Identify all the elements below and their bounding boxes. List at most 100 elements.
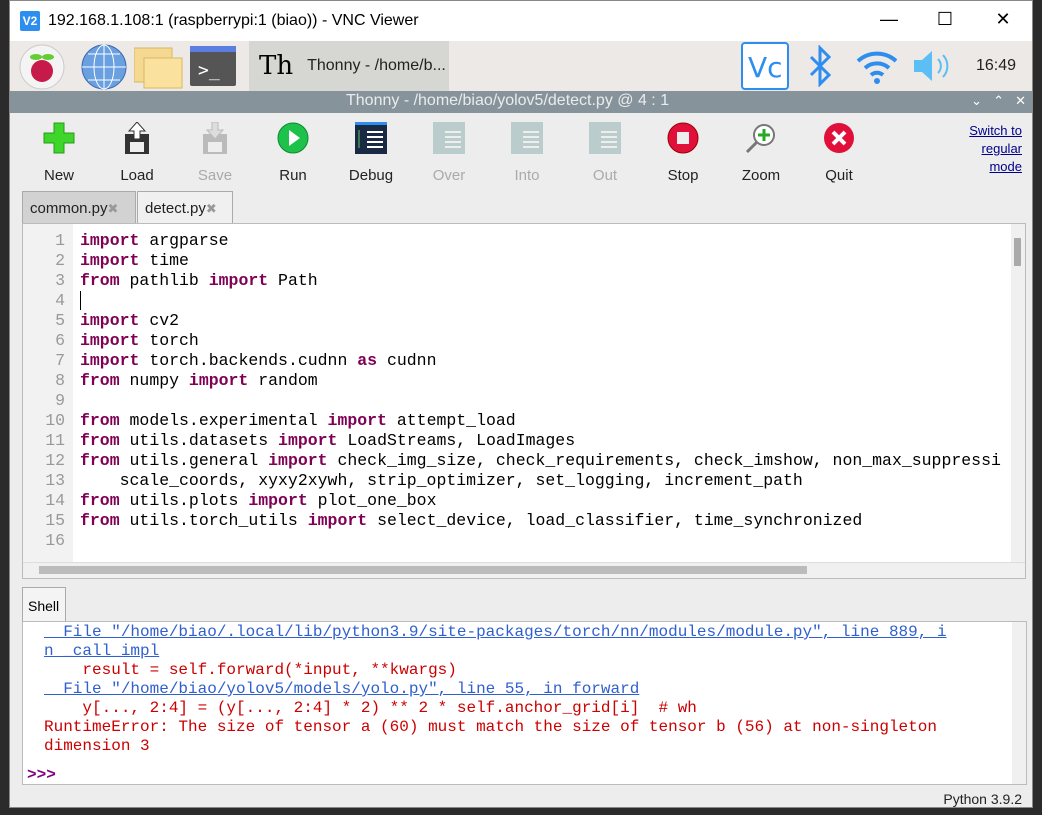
tab-shell[interactable]: Shell — [22, 587, 66, 622]
browser-icon[interactable] — [80, 44, 128, 95]
load-button[interactable]: Load — [102, 121, 172, 184]
editor-horizontal-scrollbar[interactable] — [23, 562, 1025, 578]
shell-output-line: result = self.forward(*input, **kwargs) — [44, 661, 457, 679]
line-number: 8 — [55, 371, 65, 390]
tab-detect-py[interactable]: detect.py✖ — [137, 191, 233, 224]
close-tab-icon[interactable]: ✖ — [108, 201, 119, 216]
line-number: 6 — [55, 331, 65, 350]
shell-output-line: RuntimeError: The size of tensor a (60) … — [44, 718, 937, 736]
code-line: from utils.plots import plot_one_box — [80, 491, 1001, 511]
code-token: from — [80, 511, 120, 530]
code-token: models.experimental — [119, 411, 328, 430]
code-token: time — [139, 251, 189, 270]
stop-button[interactable]: Stop — [648, 121, 718, 184]
traceback-link[interactable]: File "/home/biao/yolov5/models/yolo.py",… — [44, 680, 639, 699]
line-number: 9 — [55, 391, 65, 410]
line-number: 2 — [55, 251, 65, 270]
code-token: import — [307, 511, 368, 530]
shell-vertical-scrollbar[interactable] — [1012, 622, 1026, 784]
code-token: cudnn — [377, 351, 437, 370]
terminal-icon[interactable]: >_ — [190, 46, 236, 91]
clock: 16:49 — [975, 57, 1016, 74]
quit-button[interactable]: Quit — [804, 121, 874, 184]
save-icon — [180, 121, 250, 155]
svg-text:>_: >_ — [198, 60, 220, 81]
line-number: 15 — [45, 511, 65, 530]
line-numbers: 1 2 3 4 5 6 7 8 9 10 11 12 13 14 15 16 — [23, 224, 73, 564]
debug-icon — [336, 121, 406, 155]
stop-icon — [648, 121, 718, 155]
code-line: from models.experimental import attempt_… — [80, 411, 1001, 431]
code-token: torch.backends.cudnn — [139, 351, 358, 370]
code-line: from utils.general import check_img_size… — [80, 451, 1001, 471]
button-label: New — [43, 167, 74, 184]
volume-icon[interactable] — [912, 49, 954, 88]
close-button[interactable]: ✕ — [988, 9, 1018, 30]
code-lines[interactable]: import argparse import time from pathlib i… — [80, 231, 1001, 551]
code-token: Path — [268, 271, 318, 290]
code-token: random — [248, 371, 318, 390]
line-number: 12 — [45, 451, 65, 470]
vnc-icon[interactable]: Vc — [741, 42, 789, 95]
code-line: import cv2 — [80, 311, 1001, 331]
close-icon[interactable]: ✕ — [1015, 93, 1026, 109]
traceback-link[interactable]: n _call_impl — [44, 642, 159, 661]
run-icon — [258, 121, 328, 155]
chevron-up-icon[interactable]: ⌃ — [993, 93, 1004, 109]
desktop-panel: >_ Th Thonny - /home/b... Vc 16:49 — [10, 41, 1032, 91]
out-button: Out — [570, 121, 640, 184]
maximize-button[interactable]: ☐ — [930, 9, 960, 30]
debug-button[interactable]: Debug — [336, 121, 406, 184]
code-token: import — [248, 491, 308, 510]
code-token: plot_one_box — [307, 491, 437, 510]
switch-mode-text: regular — [981, 141, 1022, 156]
taskbar-label: Thonny - /home/b... — [307, 57, 446, 74]
code-token: utils.plots — [119, 491, 249, 510]
svg-text:Vc: Vc — [748, 51, 783, 84]
bluetooth-icon[interactable] — [805, 44, 835, 92]
code-line: from utils.torch_utils import select_dev… — [80, 511, 1001, 531]
code-token: import — [188, 371, 249, 390]
code-token: scale_coords, xyxy2xywh, strip_optimizer… — [80, 471, 803, 490]
vnc-viewer-window: V2 192.168.1.108:1 (raspberrypi:1 (biao)… — [9, 0, 1033, 808]
wifi-icon[interactable] — [855, 47, 899, 92]
toolbar: New Load Save Run Debug Over Into Out Stop Zoom Qu… — [10, 113, 1032, 191]
zoom-button[interactable]: Zoom — [726, 121, 796, 184]
chevron-down-icon[interactable]: ⌄ — [971, 93, 982, 109]
thonny-title-bar: Thonny - /home/biao/yolov5/detect.py @ 4… — [10, 91, 1032, 113]
code-token: numpy — [119, 371, 189, 390]
code-line: from utils.datasets import LoadStreams, … — [80, 431, 1001, 451]
taskbar-thonny[interactable]: Th Thonny - /home/b... — [249, 41, 449, 91]
close-tab-icon[interactable]: ✖ — [206, 201, 217, 216]
shell-console[interactable]: File "/home/biao/.local/lib/python3.9/si… — [22, 621, 1027, 785]
tab-common-py[interactable]: common.py✖ — [22, 191, 136, 224]
line-number: 10 — [45, 411, 65, 430]
switch-mode-text: Switch to — [969, 123, 1022, 138]
button-label: Into — [514, 167, 540, 184]
into-button: Into — [492, 121, 562, 184]
code-editor[interactable]: 1 2 3 4 5 6 7 8 9 10 11 12 13 14 15 16 import argparse i… — [22, 223, 1026, 579]
code-token: LoadStreams, LoadImages — [337, 431, 576, 450]
raspberry-menu-icon[interactable] — [18, 44, 66, 95]
new-button[interactable]: New — [24, 121, 94, 184]
button-label: Quit — [825, 167, 853, 184]
vnc-logo-icon: V2 — [20, 11, 40, 31]
line-number: 3 — [55, 271, 65, 290]
code-token: import — [327, 411, 387, 430]
file-manager-icon[interactable] — [133, 44, 184, 95]
button-label: Over — [432, 167, 466, 184]
tab-label: detect.py — [145, 200, 206, 217]
button-label: Zoom — [741, 167, 781, 184]
code-token: utils.general — [119, 451, 269, 470]
minimize-button[interactable]: — — [874, 9, 904, 30]
zoom-icon — [726, 121, 796, 155]
switch-to-regular-mode-link[interactable]: Switch to regular mode — [969, 122, 1022, 176]
code-line: from pathlib import Path — [80, 271, 1001, 291]
editor-vertical-scrollbar[interactable] — [1011, 224, 1025, 564]
code-token: select_device, load_classifier, time_syn… — [367, 511, 863, 530]
traceback-link[interactable]: File "/home/biao/.local/lib/python3.9/si… — [44, 623, 946, 642]
vnc-title-bar: V2 192.168.1.108:1 (raspberrypi:1 (biao)… — [10, 1, 1032, 41]
run-button[interactable]: Run — [258, 121, 328, 184]
